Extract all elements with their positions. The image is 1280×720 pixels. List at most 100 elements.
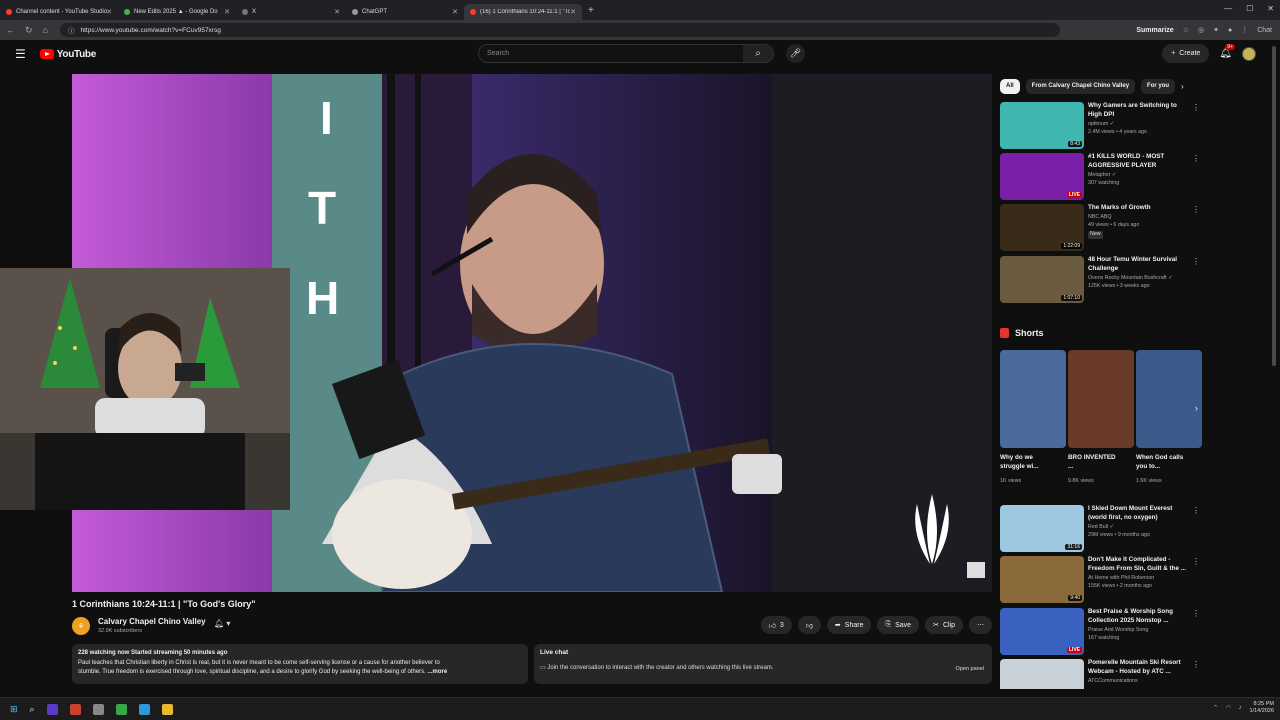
app-icon[interactable]	[69, 703, 81, 715]
video-card-title[interactable]: I Skied Down Mount Everest (world first,…	[1088, 505, 1192, 522]
more-options-icon[interactable]: ⋮	[1192, 506, 1200, 515]
video-thumbnail[interactable]: 1:22:09	[1000, 204, 1084, 251]
save-button[interactable]: ⎘ Save	[877, 616, 920, 634]
channel-avatar[interactable]: ⚘	[72, 617, 90, 635]
youtube-logo[interactable]: YouTube	[39, 49, 96, 60]
close-tab-icon[interactable]: ✕	[224, 8, 230, 16]
close-tab-icon[interactable]: ✕	[570, 8, 576, 16]
video-thumbnail[interactable]	[1000, 659, 1084, 689]
clock[interactable]: 8:25 PM 1/14/2026	[1250, 701, 1274, 715]
video-card[interactable]: Pomerelle Mountain Ski Resort Webcam - H…	[1000, 659, 1204, 689]
more-options-icon[interactable]: ⋮	[1192, 660, 1200, 669]
menu-icon[interactable]: ⋮	[1241, 26, 1248, 34]
short-thumbnail[interactable]	[1000, 350, 1066, 448]
video-card-channel[interactable]: Metaphor ✓	[1088, 172, 1116, 180]
more-options-icon[interactable]: ⋮	[1192, 257, 1200, 266]
chat-button[interactable]: Chat	[1257, 27, 1272, 34]
video-card-channel[interactable]: ATCCommunications	[1088, 678, 1138, 686]
video-card[interactable]: 8:43 Why Gamers are Switching to High DP…	[1000, 102, 1204, 150]
browser-tab[interactable]: New Edits 2025 ▲ - Google Do ✕	[118, 4, 236, 20]
site-info-icon[interactable]: ⓘ	[68, 25, 75, 35]
close-tab-icon[interactable]: ✕	[452, 8, 458, 16]
browser-tab-active[interactable]: (16) 1 Corinthians 10:24-11:1 | "To ✕	[464, 4, 582, 20]
search-icon[interactable]: ⌕	[30, 704, 35, 715]
voice-search-icon[interactable]: 🎤︎	[786, 44, 805, 63]
video-card-channel[interactable]: Praise And Worship Song	[1088, 627, 1148, 635]
account-avatar[interactable]	[1242, 46, 1256, 61]
app-icon[interactable]	[115, 703, 127, 715]
shorts-next-icon[interactable]: ›	[1195, 403, 1198, 413]
bookmark-icon[interactable]: ☆	[1183, 26, 1189, 34]
profile-icon[interactable]: ●	[1228, 27, 1232, 34]
tray-icon[interactable]: ⌃	[1213, 705, 1218, 711]
close-window-icon[interactable]: ✕	[1267, 4, 1274, 13]
video-card-title[interactable]: Pomerelle Mountain Ski Resort Webcam - H…	[1088, 659, 1192, 676]
browser-tab[interactable]: Channel content - YouTube Studio ✕	[0, 4, 118, 20]
extension-icon[interactable]: ◎	[1198, 26, 1204, 34]
video-card-channel[interactable]: Red Bull ✓	[1088, 524, 1114, 532]
edge-icon[interactable]	[138, 703, 150, 715]
dislike-button[interactable]: 👎︎	[797, 616, 821, 634]
more-options-icon[interactable]: ⋮	[1192, 205, 1200, 214]
open-panel-button[interactable]: Open panel	[956, 666, 984, 672]
short-title[interactable]: BRO INVENTED ...	[1068, 454, 1118, 471]
app-icon[interactable]	[92, 703, 104, 715]
share-button[interactable]: ➦ Share	[826, 616, 872, 634]
file-explorer-icon[interactable]	[161, 703, 173, 715]
video-card[interactable]: 9:40 Don't Make It Complicated - Freedom…	[1000, 556, 1204, 604]
more-options-icon[interactable]: ⋮	[1192, 609, 1200, 618]
wifi-icon[interactable]: ◠	[1226, 705, 1231, 711]
volume-icon[interactable]: ♪	[1239, 705, 1242, 711]
reload-icon[interactable]: ↻	[25, 25, 33, 36]
video-card[interactable]: LIVE #1 KILLS WORLD - MOST AGGRESSIVE PL…	[1000, 153, 1204, 201]
video-card[interactable]: LIVE Best Praise & Worship Song Collecti…	[1000, 608, 1204, 656]
video-card-title[interactable]: Best Praise & Worship Song Collection 20…	[1088, 608, 1192, 625]
chip-all[interactable]: All	[1000, 78, 1020, 94]
video-card[interactable]: 1:07:10 48 Hour Temu Winter Survival Cha…	[1000, 256, 1204, 304]
short-title[interactable]: Why do we struggle wi...	[1000, 454, 1050, 471]
video-thumbnail[interactable]: LIVE	[1000, 153, 1084, 200]
more-options-icon[interactable]: ⋮	[1192, 154, 1200, 163]
video-thumbnail[interactable]: 8:43	[1000, 102, 1084, 149]
like-button[interactable]: 👍︎ 3	[760, 616, 792, 634]
chevron-right-icon[interactable]: ›	[1181, 82, 1184, 91]
clip-button[interactable]: ✂ Clip	[925, 616, 963, 634]
minimize-icon[interactable]: —	[1224, 4, 1232, 13]
search-input[interactable]: Search ⌕	[478, 44, 774, 63]
home-icon[interactable]: ⌂	[43, 25, 48, 36]
page-scrollbar[interactable]	[1272, 46, 1276, 366]
video-card[interactable]: 1:22:09 The Marks of Growth NBC ABQ 49 v…	[1000, 204, 1204, 252]
close-tab-icon[interactable]: ✕	[334, 8, 340, 16]
hamburger-menu-icon[interactable]: ☰	[15, 47, 26, 61]
search-button[interactable]: ⌕	[743, 45, 773, 62]
close-tab-icon[interactable]: ✕	[106, 8, 112, 16]
video-card-title[interactable]: 48 Hour Temu Winter Survival Challenge	[1088, 256, 1192, 273]
notification-bell-icon[interactable]: 🔔︎ ▾	[214, 619, 230, 628]
short-thumbnail[interactable]	[1068, 350, 1134, 448]
video-card-channel[interactable]: Ovens Rocky Mountain Bushcraft ✓	[1088, 275, 1173, 283]
video-card[interactable]: 31:16 I Skied Down Mount Everest (world …	[1000, 505, 1204, 553]
description-box[interactable]: 228 watching now Started streaming 50 mi…	[72, 644, 528, 684]
chip-for-you[interactable]: For you	[1141, 78, 1176, 94]
url-field[interactable]: ⓘ https://www.youtube.com/watch?v=FCuv957…	[59, 23, 1060, 37]
channel-name[interactable]: Calvary Chapel Chino Valley	[98, 617, 206, 626]
more-options-icon[interactable]: ⋮	[1192, 103, 1200, 112]
more-link[interactable]: ...more	[426, 669, 448, 675]
extensions-puzzle-icon[interactable]: ✦	[1213, 26, 1219, 34]
short-thumbnail[interactable]	[1136, 350, 1202, 448]
video-card-channel[interactable]: At Home with Phil Roberson	[1088, 575, 1154, 583]
video-card-title[interactable]: Don't Make It Complicated - Freedom From…	[1088, 556, 1192, 573]
app-icon[interactable]	[46, 703, 58, 715]
short-title[interactable]: When God calls you to...	[1136, 454, 1186, 471]
chip-channel[interactable]: From Calvary Chapel Chino Valley	[1025, 78, 1136, 94]
create-button[interactable]: + Create	[1162, 44, 1210, 63]
windows-start-icon[interactable]: ⊞	[10, 704, 18, 715]
maximize-icon[interactable]: ☐	[1246, 4, 1253, 13]
notifications-icon[interactable]: 🔔︎ 9+	[1219, 44, 1235, 59]
video-card-title[interactable]: #1 KILLS WORLD - MOST AGGRESSIVE PLAYER	[1088, 153, 1192, 170]
video-thumbnail[interactable]: 9:40	[1000, 556, 1084, 603]
back-icon[interactable]: ←	[6, 25, 15, 36]
new-tab-button[interactable]: +	[588, 5, 594, 16]
video-thumbnail[interactable]: 1:07:10	[1000, 256, 1084, 303]
video-thumbnail[interactable]: 31:16	[1000, 505, 1084, 552]
